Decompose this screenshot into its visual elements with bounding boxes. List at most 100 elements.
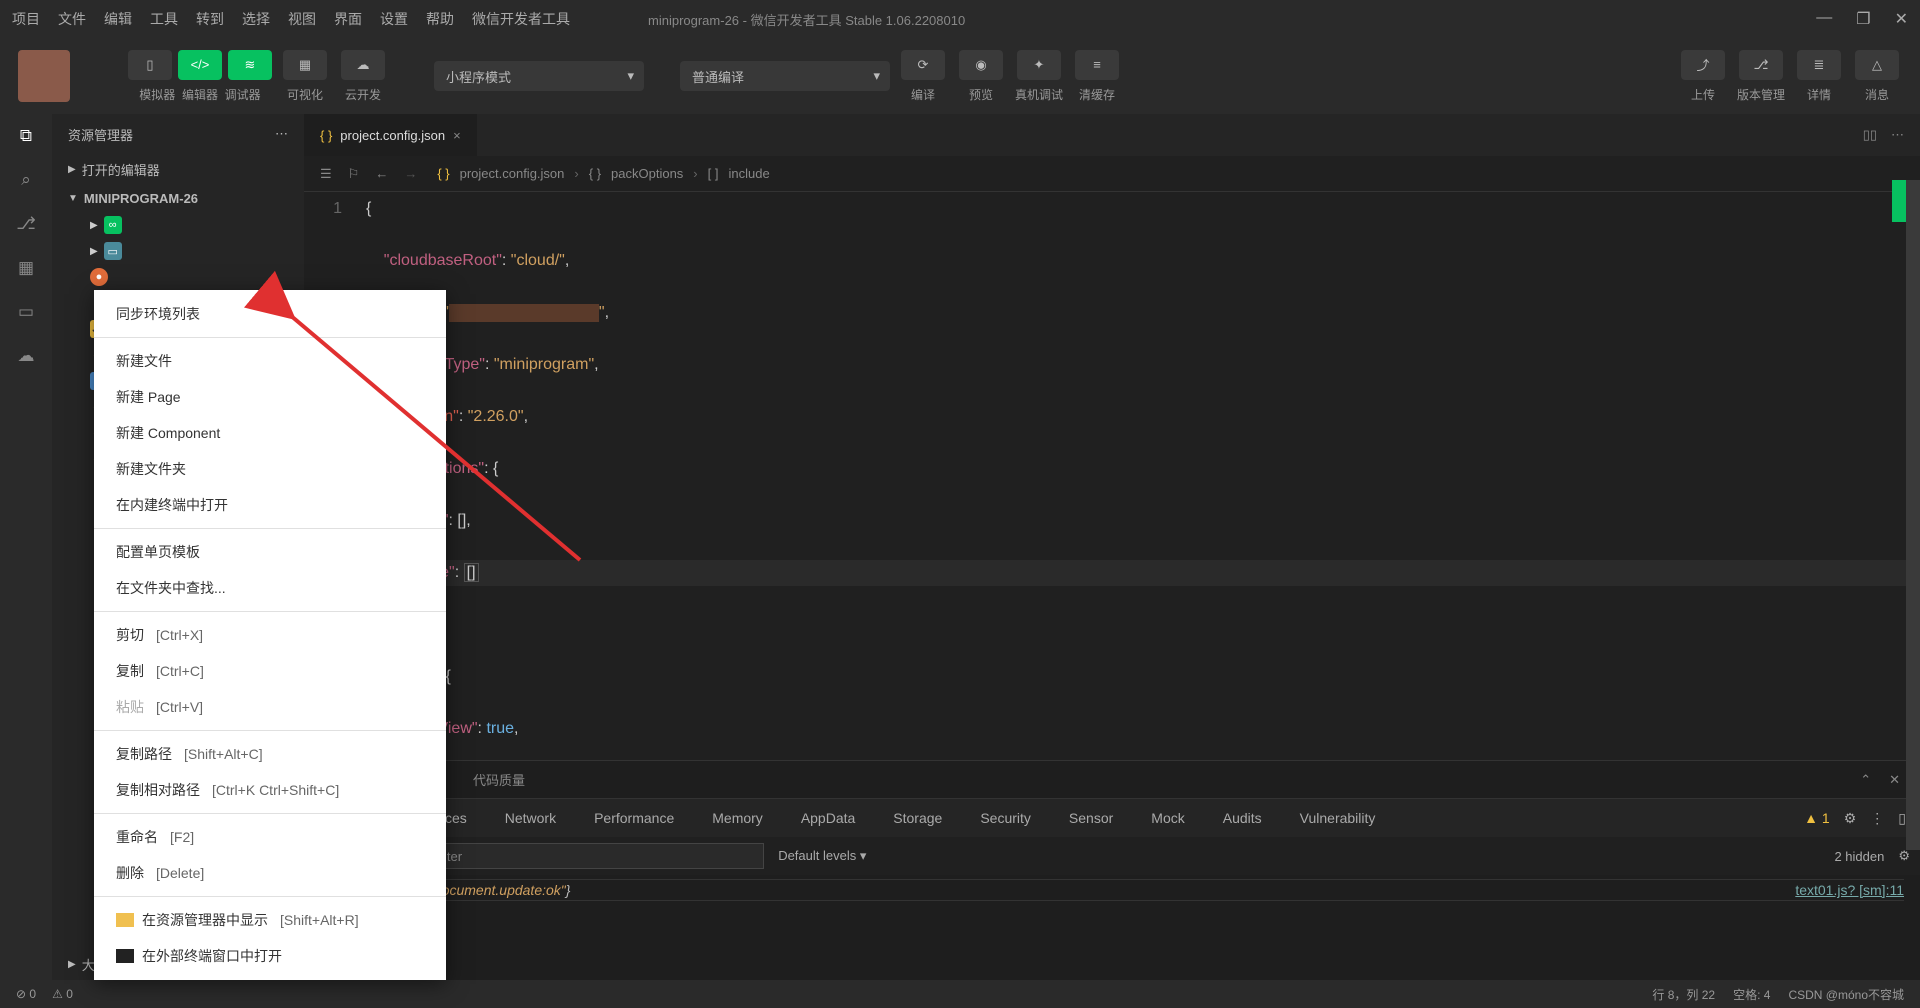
dtab-sensor[interactable]: Sensor xyxy=(1051,802,1131,834)
upload-button[interactable]: ⤴ xyxy=(1681,50,1725,80)
dtab-network[interactable]: Network xyxy=(487,802,574,834)
open-editors-section[interactable]: ▶打开的编辑器 xyxy=(52,154,304,185)
ctx-item[interactable]: 在内建终端中打开 xyxy=(94,487,446,523)
bookmark-icon[interactable]: ⚐ xyxy=(348,166,360,182)
dtab-vulnerability[interactable]: Vulnerability xyxy=(1282,802,1394,834)
ctx-item[interactable]: 同步环境列表 xyxy=(94,296,446,332)
scrollbar[interactable] xyxy=(1906,180,1920,850)
menu-project[interactable]: 项目 xyxy=(12,9,40,29)
tree-item[interactable]: ▶▭ xyxy=(82,238,304,264)
dtab-audits[interactable]: Audits xyxy=(1205,802,1280,834)
warning-badge[interactable]: ▲ 1 xyxy=(1804,810,1830,826)
detail-button[interactable]: ≣ xyxy=(1797,50,1841,80)
more-icon[interactable]: ⋯ xyxy=(1891,127,1904,143)
filter-input[interactable]: Filter xyxy=(424,843,764,869)
menu-settings[interactable]: 设置 xyxy=(380,9,408,29)
menu-tools[interactable]: 工具 xyxy=(150,9,178,29)
dtab-memory[interactable]: Memory xyxy=(694,802,781,834)
code-editor[interactable]: 1 ˅ { "cloudbaseRoot": "cloud/", "appid"… xyxy=(304,192,1920,760)
box-icon[interactable]: ▭ xyxy=(14,300,38,324)
avatar[interactable] xyxy=(18,50,70,102)
tab-project-config[interactable]: { } project.config.json × xyxy=(304,114,477,156)
debugger-button[interactable]: ≋ xyxy=(228,50,272,80)
breadcrumb: ☰ ⚐ ← → { } project.config.json › { } pa… xyxy=(304,156,1920,192)
status-err-icon[interactable]: ⊘ 0 xyxy=(16,987,36,1001)
status-warn-icon[interactable]: ⚠ 0 xyxy=(52,987,73,1001)
close-icon[interactable]: ✕ xyxy=(1895,9,1908,29)
tab-close-icon[interactable]: × xyxy=(453,128,461,143)
dtab-storage[interactable]: Storage xyxy=(875,802,960,834)
gear-icon[interactable]: ⚙ xyxy=(1898,848,1910,864)
levels-dropdown[interactable]: Default levels ▾ xyxy=(778,848,866,864)
ctx-item[interactable]: 新建文件 xyxy=(94,343,446,379)
ctx-item[interactable]: 重命名[F2] xyxy=(94,819,446,855)
simulator-button[interactable]: ▯ xyxy=(128,50,172,80)
menu-help[interactable]: 帮助 xyxy=(426,9,454,29)
minimize-icon[interactable]: — xyxy=(1816,9,1832,29)
status-spaces[interactable]: 空格: 4 xyxy=(1733,986,1770,1003)
menu-select[interactable]: 选择 xyxy=(242,9,270,29)
forward-icon[interactable]: → xyxy=(404,166,417,182)
ptab-quality[interactable]: 代码质量 xyxy=(473,770,525,789)
gear-icon[interactable]: ⚙ xyxy=(1844,810,1857,827)
ctx-item[interactable]: 复制[Ctrl+C] xyxy=(94,653,446,689)
mode-dropdown[interactable]: 小程序模式 xyxy=(434,61,644,91)
project-section[interactable]: ▼MINIPROGRAM-26 xyxy=(52,185,304,212)
message-button[interactable]: △ xyxy=(1855,50,1899,80)
ctx-item[interactable]: 复制路径[Shift+Alt+C] xyxy=(94,736,446,772)
dock-icon[interactable]: ▯ xyxy=(1898,810,1906,827)
cache-button[interactable]: ≡ xyxy=(1075,50,1119,80)
ctx-item[interactable]: 在外部终端窗口中打开 xyxy=(94,938,446,974)
compile-button[interactable]: ⟳ xyxy=(901,50,945,80)
toolbar: ▯ </> ≋ 模拟器 编辑器 调试器 ▦ 可视化 ☁ 云开发 小程序模式 普通… xyxy=(0,38,1920,114)
ctx-item[interactable]: 新建 Component xyxy=(94,415,446,451)
back-icon[interactable]: ← xyxy=(375,166,388,182)
dtab-mock[interactable]: Mock xyxy=(1133,802,1202,834)
ctx-item[interactable]: 新建 Page xyxy=(94,379,446,415)
cloud-icon[interactable]: ☁ xyxy=(14,344,38,368)
bc-include[interactable]: include xyxy=(728,166,769,181)
search-icon[interactable]: ⌕ xyxy=(14,168,38,192)
dtab-security[interactable]: Security xyxy=(962,802,1049,834)
ctx-item[interactable]: 配置单页模板 xyxy=(94,534,446,570)
dtab-performance[interactable]: Performance xyxy=(576,802,692,834)
menu-view[interactable]: 视图 xyxy=(288,9,316,29)
dotsv-icon[interactable]: ⋮ xyxy=(1870,810,1884,827)
version-button[interactable]: ⎇ xyxy=(1739,50,1783,80)
menu-file[interactable]: 文件 xyxy=(58,9,86,29)
menu-edit[interactable]: 编辑 xyxy=(104,9,132,29)
dtab-appdata[interactable]: AppData xyxy=(783,802,873,834)
ctx-item[interactable]: 复制相对路径[Ctrl+K Ctrl+Shift+C] xyxy=(94,772,446,808)
compile-mode-dropdown[interactable]: 普通编译 xyxy=(680,61,890,91)
tree-item[interactable]: ▶∞ xyxy=(82,212,304,238)
ctx-item[interactable]: 在资源管理器中显示[Shift+Alt+R] xyxy=(94,902,446,938)
console-source-link[interactable]: text01.js? [sm]:11 xyxy=(1795,882,1904,898)
grid-icon[interactable]: ▦ xyxy=(14,256,38,280)
split-icon[interactable]: ▯▯ xyxy=(1863,127,1877,143)
preview-button[interactable]: ◉ xyxy=(959,50,1003,80)
explorer-icon[interactable]: ⧉ xyxy=(14,124,38,148)
bc-file[interactable]: project.config.json xyxy=(460,166,565,181)
tabbar: { } project.config.json × ▯▯ ⋯ xyxy=(304,114,1920,156)
status-position[interactable]: 行 8，列 22 xyxy=(1652,986,1715,1003)
ctx-item[interactable]: 新建文件夹 xyxy=(94,451,446,487)
ctx-item[interactable]: 删除[Delete] xyxy=(94,855,446,891)
console-output[interactable]: ats: {…}, errMsg: "document.update:ok"} … xyxy=(304,875,1920,980)
ctx-item[interactable]: 剪切[Ctrl+X] xyxy=(94,617,446,653)
bc-packoptions[interactable]: packOptions xyxy=(611,166,683,181)
maximize-icon[interactable]: ❐ xyxy=(1856,9,1870,29)
ctx-item[interactable]: 在文件夹中查找... xyxy=(94,570,446,606)
menu-ui[interactable]: 界面 xyxy=(334,9,362,29)
menu-goto[interactable]: 转到 xyxy=(196,9,224,29)
realdevice-button[interactable]: ✦ xyxy=(1017,50,1061,80)
panel-close-icon[interactable]: ✕ xyxy=(1889,772,1900,788)
menu-wechat-devtools[interactable]: 微信开发者工具 xyxy=(472,9,570,29)
visual-button[interactable]: ▦ xyxy=(283,50,327,80)
branch-icon[interactable]: ⎇ xyxy=(14,212,38,236)
more-icon[interactable]: ⋯ xyxy=(275,126,288,142)
panel-collapse-icon[interactable]: ⌃ xyxy=(1860,772,1871,788)
editor-button[interactable]: </> xyxy=(178,50,222,80)
tree-item[interactable]: ● xyxy=(82,264,304,290)
list-icon[interactable]: ☰ xyxy=(320,166,332,182)
cloud-button[interactable]: ☁ xyxy=(341,50,385,80)
